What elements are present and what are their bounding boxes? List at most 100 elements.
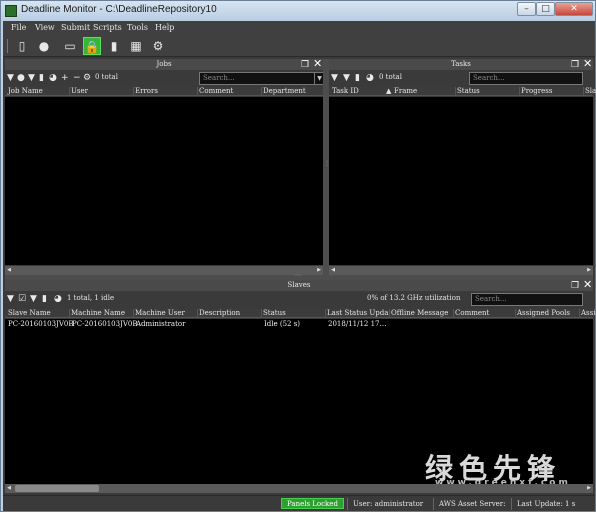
jobs-col-user[interactable]: User [69,87,88,96]
slaves-grid[interactable]: PC-20160103JV0B PC-20160103JV0B Administ… [5,319,593,488]
menu-help[interactable]: Help [155,23,174,32]
bookmark-icon[interactable]: ▮ [105,37,123,55]
jobs-hscrollbar[interactable]: ◀ ▶ [5,266,323,275]
slaves-edit-icon[interactable]: ☑ [18,293,26,305]
menu-tools[interactable]: Tools [127,23,148,32]
machine-user-cell: Administrator [136,320,186,328]
tasks-menu-arrow-icon[interactable]: ▼ [331,72,338,84]
slaves-col-assigned-groups[interactable]: Assi [579,309,595,318]
maximize-button[interactable]: □ [536,2,555,16]
main-toolbar: ▯ ● ▭ 🔒 ▮ ▦ ⚙ [3,35,595,57]
tasks-search-input[interactable]: Search... [469,72,583,85]
jobs-user-filter-icon[interactable]: ● [17,72,25,84]
slaves-col-status[interactable]: Status [261,309,286,318]
machine-name-cell: PC-20160103JV0B [72,320,138,328]
slaves-scroll-right-icon[interactable]: ▶ [585,484,593,493]
tasks-grid-header: Task ID ▲ Frame Status Progress Sla [329,87,596,96]
tasks-close-icon[interactable]: ✕ [583,58,592,69]
minimize-button[interactable]: – [517,2,536,16]
panels-locked-badge[interactable]: Panels Locked [281,498,344,509]
slaves-col-assigned-pools[interactable]: Assigned Pools [515,309,570,318]
app-window: Deadline Monitor - C:\DeadlineRepository… [0,0,596,512]
menu-scripts[interactable]: Scripts [93,23,122,32]
tasks-filter-icon[interactable]: ▼ [343,72,350,84]
window-icon[interactable]: ▭ [61,37,79,55]
jobs-col-department[interactable]: Department [261,87,306,96]
jobs-col-comment[interactable]: Comment [197,87,233,96]
slaves-utilization: 0% of 13.2 GHz utilization [367,294,461,302]
slaves-col-machine-user[interactable]: Machine User [133,309,185,318]
slaves-menu-arrow-icon[interactable]: ▼ [7,293,14,305]
slaves-col-last-status-update[interactable]: Last Status Upda [325,309,388,318]
tasks-scroll-left-icon[interactable]: ◀ [329,266,337,275]
slaves-float-icon[interactable]: ❐ [571,281,579,291]
last-status-update-cell: 2018/11/12 17… [328,320,387,328]
jobs-remove-icon[interactable]: − [73,72,81,84]
status-user: User: administrator [353,500,424,508]
menu-bar: File View Submit Scripts Tools Help [3,21,595,35]
jobs-col-errors[interactable]: Errors [133,87,158,96]
monitor-icon[interactable]: ▯ [13,37,31,55]
slaves-col-slave-name[interactable]: Slave Name [7,309,51,318]
tasks-col-frame[interactable]: Frame [393,87,417,96]
tasks-col-status[interactable]: Status [455,87,480,96]
jobs-scroll-left-icon[interactable]: ◀ [5,266,13,275]
jobs-grid[interactable] [5,97,323,265]
slaves-col-machine-name[interactable]: Machine Name [69,309,125,318]
slaves-hscrollbar[interactable]: ◀ ▶ [5,484,593,493]
toolbar-grip [7,39,8,53]
tasks-panel-title: Tasks [329,59,593,70]
tasks-col-progress[interactable]: Progress [519,87,552,96]
tasks-float-icon[interactable]: ❐ [571,60,579,70]
lock-icon[interactable]: 🔒 [83,37,101,55]
tasks-bookmark-icon[interactable]: ▮ [355,72,360,84]
slave-name-cell: PC-20160103JV0B [8,320,74,328]
slaves-col-offline-message[interactable]: Offline Message [389,309,448,318]
slaves-scroll-thumb[interactable] [15,485,99,492]
table-row[interactable]: PC-20160103JV0B PC-20160103JV0B Administ… [5,320,593,330]
jobs-filter-icon[interactable]: ▼ [28,72,35,84]
slaves-scroll-left-icon[interactable]: ◀ [5,484,13,493]
menu-view[interactable]: View [35,23,55,32]
menu-file[interactable]: File [11,23,26,32]
status-aws-asset-server: AWS Asset Server: [439,500,506,508]
tasks-pie-icon[interactable]: ◕ [366,72,374,84]
client-area: File View Submit Scripts Tools Help ▯ ● … [3,21,596,511]
jobs-col-job-name[interactable]: Job Name [7,87,43,96]
slaves-bookmark-icon[interactable]: ▮ [42,293,47,305]
jobs-settings-icon[interactable]: ⚙ [83,72,91,84]
slaves-search-input[interactable]: Search... [471,293,583,306]
deadline-app-icon [5,5,17,17]
tasks-sort-arrow-icon[interactable]: ▲ [385,87,391,96]
jobs-search-input[interactable]: Search... [199,72,315,85]
tasks-col-task-id[interactable]: Task ID [331,87,359,96]
settings-icon[interactable]: ⚙ [149,37,167,55]
tasks-grid[interactable] [329,97,593,265]
close-window-button[interactable]: ✕ [555,2,593,16]
slaves-col-comment[interactable]: Comment [453,309,489,318]
window-title: Deadline Monitor - C:\DeadlineRepository… [21,4,217,15]
jobs-bookmark-icon[interactable]: ▮ [39,72,44,84]
slaves-grid-header: Slave Name Machine Name Machine User Des… [5,309,595,318]
status-separator [511,498,512,510]
tasks-count: 0 total [379,73,402,81]
jobs-float-icon[interactable]: ❐ [301,60,309,70]
slaves-col-description[interactable]: Description [197,309,240,318]
tasks-hscrollbar[interactable]: ◀ ▶ [329,266,593,275]
jobs-pie-icon[interactable]: ◕ [49,72,57,84]
jobs-menu-arrow-icon[interactable]: ▼ [7,72,14,84]
tasks-scroll-right-icon[interactable]: ▶ [585,266,593,275]
user-icon[interactable]: ● [35,37,53,55]
jobs-add-icon[interactable]: + [61,72,69,84]
tasks-col-slave[interactable]: Sla [583,87,596,96]
status-separator [433,498,434,510]
jobs-scroll-right-icon[interactable]: ▶ [315,266,323,275]
slaves-pie-icon[interactable]: ◕ [54,293,62,305]
jobs-toolbar: ▼ ● ▼ ▮ ◕ + − ⚙ 0 total Search... ▼ [5,70,325,86]
slaves-filter-icon[interactable]: ▼ [30,293,37,305]
title-bar[interactable]: Deadline Monitor - C:\DeadlineRepository… [1,1,595,21]
options-icon[interactable]: ▦ [127,37,145,55]
jobs-close-icon[interactable]: ✕ [313,58,322,69]
slaves-close-icon[interactable]: ✕ [583,279,592,290]
menu-submit[interactable]: Submit [61,23,90,32]
